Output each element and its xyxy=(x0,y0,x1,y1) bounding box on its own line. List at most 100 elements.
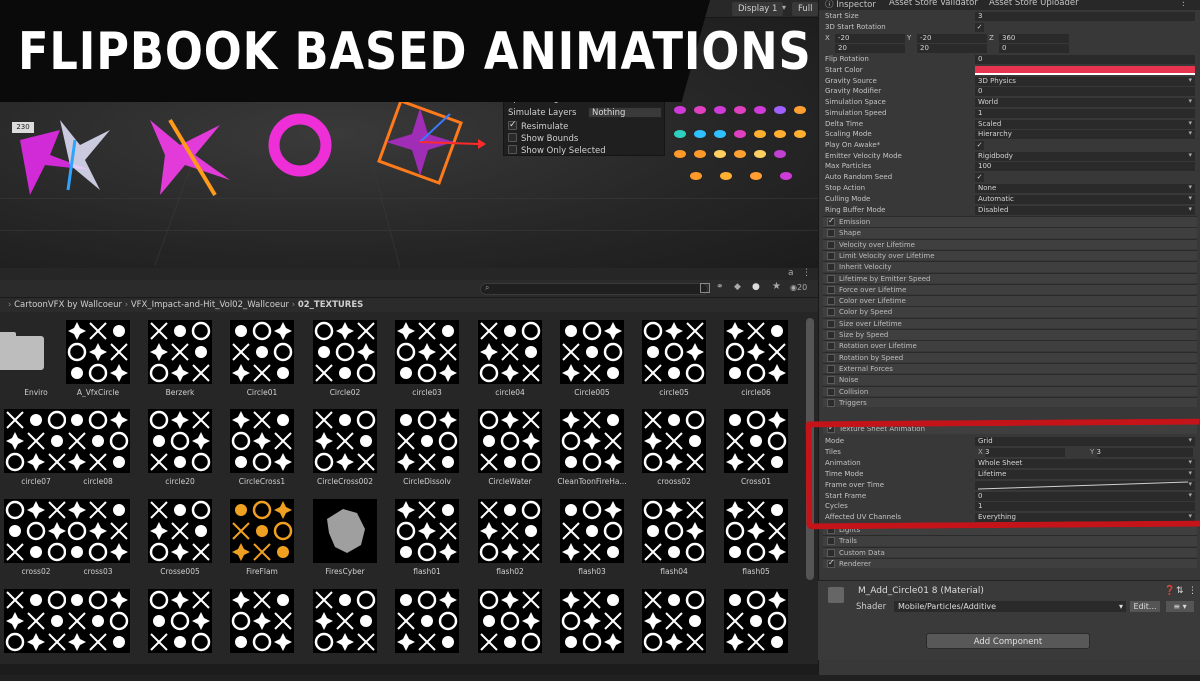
property-value[interactable]: Disabled xyxy=(975,205,1195,215)
property-checkbox[interactable]: ✓ xyxy=(975,173,984,182)
display-dropdown[interactable]: Display 1 xyxy=(732,2,784,16)
module-header[interactable]: Limit Velocity over Lifetime xyxy=(823,249,1197,261)
show-bounds-row[interactable]: Show Bounds xyxy=(508,133,578,145)
module-checkbox[interactable] xyxy=(827,285,835,294)
show-only-selected-checkbox[interactable] xyxy=(508,145,517,154)
module-header[interactable]: Size by Speed xyxy=(823,329,1197,340)
tab-inspector[interactable]: ⓘ Inspector xyxy=(825,0,876,10)
property-value[interactable]: None xyxy=(975,183,1195,193)
module-header[interactable]: Renderer xyxy=(823,557,1197,569)
module-header[interactable]: Lifetime by Emitter Speed xyxy=(823,272,1197,283)
module-header[interactable]: Rotation by Speed xyxy=(823,351,1197,363)
asset-tile[interactable]: CircleCross1 xyxy=(226,409,298,501)
asset-tile[interactable]: Circle01 xyxy=(226,320,298,412)
asset-tile[interactable]: FiresCyber xyxy=(309,499,381,591)
asset-tile[interactable]: CircleDissolv xyxy=(391,409,463,501)
info-icon[interactable]: ● xyxy=(752,282,760,292)
module-header[interactable]: Color over Lifetime xyxy=(823,295,1197,306)
asset-tile[interactable]: cross03 xyxy=(62,499,134,591)
module-checkbox[interactable] xyxy=(827,297,835,306)
asset-tile[interactable]: Crosse005 xyxy=(144,499,216,591)
property-value[interactable]: World xyxy=(975,97,1195,107)
module-checkbox[interactable] xyxy=(827,240,835,249)
breadcrumb-item[interactable]: CartoonVFX by Wallcoeur xyxy=(14,300,122,310)
property-value[interactable]: 1 xyxy=(975,109,1195,118)
shader-options-button[interactable]: ≡ ▾ xyxy=(1166,601,1194,612)
breadcrumb-item[interactable]: VFX_Impact-and-Hit_Vol02_Wallcoeur xyxy=(131,300,289,310)
module-checkbox[interactable] xyxy=(827,216,835,226)
module-checkbox[interactable] xyxy=(827,558,835,568)
asset-tile[interactable]: FireFlam xyxy=(226,499,298,591)
asset-tile[interactable]: CircleCross002 xyxy=(309,409,381,501)
simulate-layers-select[interactable]: Nothing xyxy=(588,107,662,118)
asset-tile[interactable]: circle06 xyxy=(720,320,792,412)
rotation-field[interactable]: -20 xyxy=(917,34,987,43)
module-checkbox[interactable] xyxy=(827,342,835,351)
module-header[interactable]: Velocity over Lifetime xyxy=(823,238,1197,250)
resimulate-row[interactable]: Resimulate xyxy=(508,119,568,133)
module-checkbox[interactable] xyxy=(827,251,835,260)
module-header[interactable]: Size over Lifetime xyxy=(823,317,1197,329)
module-header[interactable]: Collision xyxy=(823,385,1197,396)
property-checkbox[interactable]: ✓ xyxy=(975,23,984,32)
property-value[interactable]: 0 xyxy=(975,55,1195,64)
asset-tile[interactable]: CircleWater xyxy=(474,409,546,501)
property-value[interactable]: Scaled xyxy=(975,119,1195,129)
show-bounds-checkbox[interactable] xyxy=(508,133,517,142)
module-checkbox[interactable] xyxy=(827,319,835,328)
create-icon[interactable] xyxy=(700,283,710,293)
property-checkbox[interactable]: ✓ xyxy=(975,141,984,150)
asset-tile[interactable]: Berzerk xyxy=(144,320,216,412)
tab-asset-store-uploader[interactable]: Asset Store Uploader xyxy=(989,0,1079,8)
module-checkbox[interactable] xyxy=(827,387,835,396)
module-header[interactable]: Triggers xyxy=(823,396,1197,408)
property-value[interactable]: 3 xyxy=(975,12,1195,21)
property-value[interactable]: Rigidbody xyxy=(975,151,1195,161)
add-component-button[interactable]: Add Component xyxy=(926,633,1090,649)
asset-tile[interactable]: A_VfxCircle xyxy=(62,320,134,412)
rotation-field[interactable]: 20 xyxy=(917,44,987,53)
asset-tile[interactable]: circle04 xyxy=(474,320,546,412)
module-header[interactable]: External Forces xyxy=(823,362,1197,374)
module-checkbox[interactable] xyxy=(827,398,835,407)
property-value[interactable]: Automatic xyxy=(975,194,1195,204)
breadcrumb-item-current[interactable]: 02_TEXTURES xyxy=(298,300,363,310)
lock-icon[interactable]: a xyxy=(788,268,794,278)
asset-tile[interactable]: CleanToonFireHa... xyxy=(556,409,628,501)
asset-tile[interactable]: Circle005 xyxy=(556,320,628,412)
module-checkbox[interactable] xyxy=(827,263,835,272)
property-value[interactable]: 0 xyxy=(975,87,1195,96)
shader-edit-button[interactable]: Edit... xyxy=(1130,601,1160,612)
asset-tile[interactable]: circle08 xyxy=(62,409,134,501)
module-header[interactable]: Noise xyxy=(823,374,1197,385)
module-checkbox[interactable] xyxy=(827,364,835,373)
favorite-star-icon[interactable]: ★ xyxy=(772,281,781,292)
asset-tile[interactable]: flash04 xyxy=(638,499,710,591)
asset-tile[interactable]: circle05 xyxy=(638,320,710,412)
help-icon[interactable]: ❓ xyxy=(1164,586,1175,596)
module-header[interactable]: Color by Speed xyxy=(823,306,1197,317)
module-header[interactable]: Force over Lifetime xyxy=(823,283,1197,295)
menu-icon[interactable]: ⋮ xyxy=(802,268,811,278)
asset-tile[interactable]: circle20 xyxy=(144,409,216,501)
property-value[interactable]: 100 xyxy=(975,162,1195,171)
label-icon[interactable]: ◆ xyxy=(734,282,741,292)
resolution-dropdown[interactable]: Full I xyxy=(792,2,818,16)
module-checkbox[interactable] xyxy=(827,308,835,317)
module-checkbox[interactable] xyxy=(827,229,835,238)
module-header[interactable]: Inherit Velocity xyxy=(823,261,1197,272)
module-header[interactable]: Rotation over Lifetime xyxy=(823,340,1197,351)
module-checkbox[interactable] xyxy=(827,376,835,385)
property-value[interactable]: Hierarchy xyxy=(975,129,1195,139)
shader-select[interactable]: Mobile/Particles/Additive ▾ xyxy=(894,601,1126,612)
asset-tile[interactable]: flash05 xyxy=(720,499,792,591)
filter-type-icon[interactable]: ⚭ xyxy=(716,282,724,292)
asset-tile[interactable]: circle03 xyxy=(391,320,463,412)
tab-asset-store-validator[interactable]: Asset Store Validator xyxy=(889,0,978,8)
show-only-selected-row[interactable]: Show Only Selected xyxy=(508,145,606,157)
asset-tile[interactable]: flash02 xyxy=(474,499,546,591)
asset-tile[interactable]: Cross01 xyxy=(720,409,792,501)
resimulate-checkbox[interactable] xyxy=(508,119,517,131)
module-header[interactable]: Trails xyxy=(823,535,1197,546)
module-checkbox[interactable] xyxy=(827,548,835,557)
